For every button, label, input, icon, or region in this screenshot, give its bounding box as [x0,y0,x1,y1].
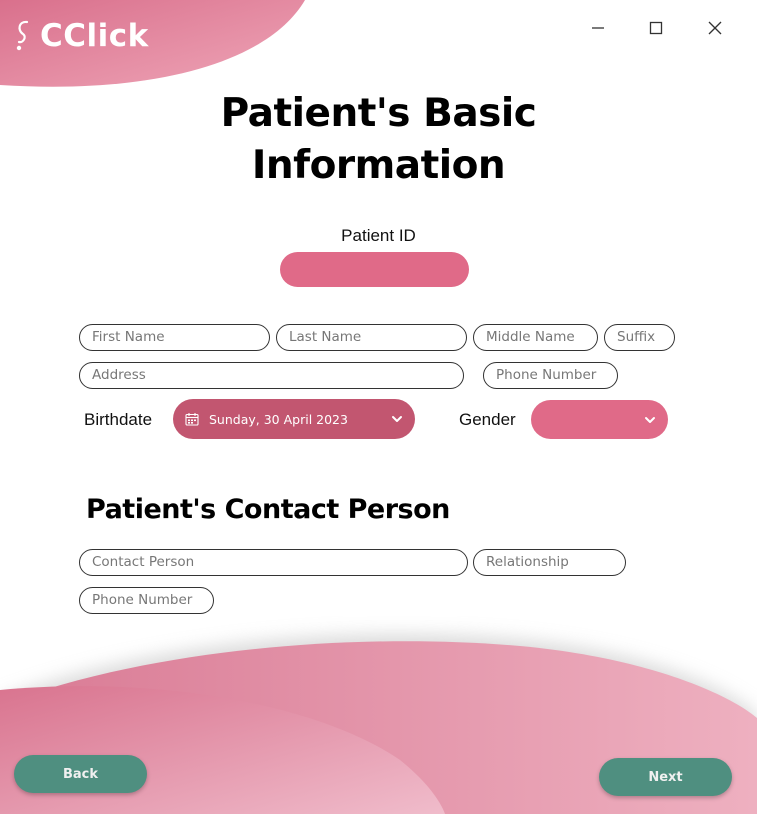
suffix-field[interactable]: Suffix [604,324,675,351]
minimize-icon [592,27,604,29]
next-button[interactable]: Next [599,758,732,796]
gender-label: Gender [459,410,516,429]
back-button[interactable]: Back [14,755,147,793]
chevron-down-icon [392,416,402,422]
last-name-field[interactable]: Last Name [276,324,467,351]
birthdate-value: Sunday, 30 April 2023 [209,411,348,427]
patient-id-label: Patient ID [341,226,416,245]
patient-id-field[interactable] [280,252,469,287]
phone-number-field[interactable]: Phone Number [483,362,618,389]
birthdate-picker[interactable]: Sunday, 30 April 2023 [173,399,415,439]
relationship-field[interactable]: Relationship [473,549,626,576]
maximize-button[interactable] [640,14,672,42]
maximize-icon [649,21,663,35]
calendar-icon [185,413,199,426]
page-title-line2: Information [251,143,506,188]
contact-person-field[interactable]: Contact Person [79,549,468,576]
birthdate-label: Birthdate [84,410,153,429]
page-title-line1: Patient's Basic [220,91,537,136]
logo-mark-icon [16,20,29,51]
close-button[interactable] [699,14,731,42]
first-name-field[interactable]: First Name [79,324,270,351]
contact-phone-number-field[interactable]: Phone Number [79,587,214,614]
address-field[interactable]: Address [79,362,464,389]
contact-section-heading: Patient's Contact Person [86,494,450,525]
chevron-down-icon [645,416,655,423]
page-title: Patient's Basic Information [0,88,757,192]
middle-name-field[interactable]: Middle Name [473,324,598,351]
minimize-button[interactable] [582,14,614,42]
close-icon [708,21,722,35]
app-name: CClick [40,18,149,54]
gender-dropdown[interactable] [531,400,668,439]
app-logo: CClick [14,16,149,56]
